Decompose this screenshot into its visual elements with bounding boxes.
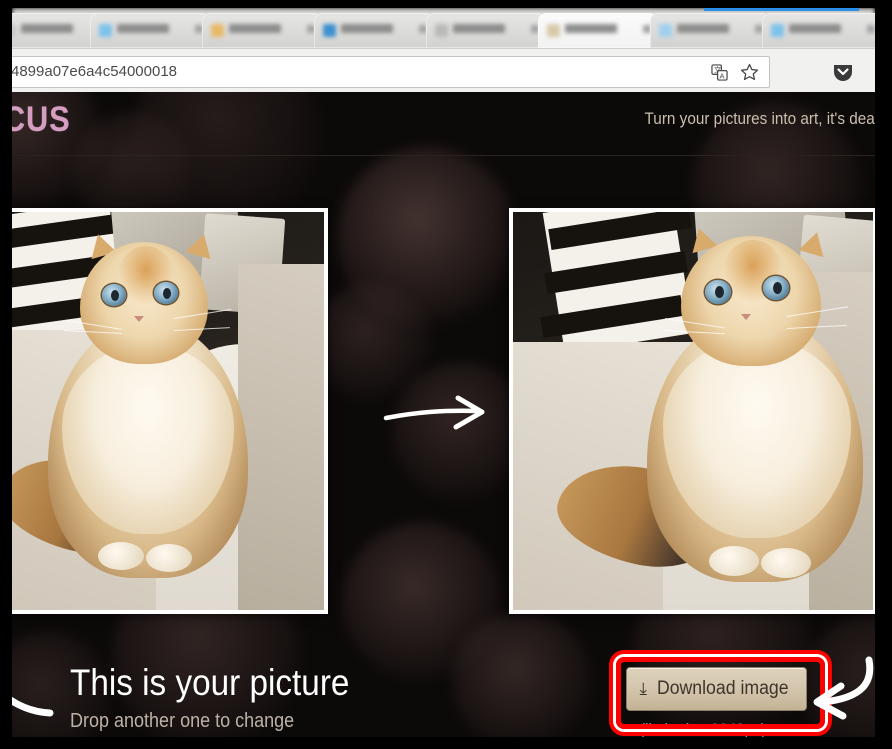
drop-hint-text: Drop another one to change xyxy=(70,710,295,732)
tab-favicon xyxy=(547,24,560,37)
browser-tab[interactable] xyxy=(202,13,322,48)
result-bar: This is your picture Drop another one to… xyxy=(12,652,875,737)
browser-tab[interactable] xyxy=(314,13,434,48)
translate-icon[interactable]: 文 A xyxy=(709,62,729,82)
site-logo[interactable]: OCUS xyxy=(12,100,71,140)
page-title: This is your picture xyxy=(70,662,350,703)
download-arrow-icon: ⤓ xyxy=(639,679,647,698)
omnibox-icon-group: 文 A xyxy=(709,62,759,82)
tab-favicon xyxy=(771,24,784,37)
url-text: 4899a07e6a4c54000018 xyxy=(12,63,178,80)
pocket-icon[interactable] xyxy=(832,61,854,83)
tab-favicon xyxy=(435,24,448,37)
omnibox-row: 4899a07e6a4c54000018 文 A xyxy=(12,48,875,92)
download-image-button[interactable]: ⤓ Download image xyxy=(626,667,807,711)
tab-favicon xyxy=(99,24,112,37)
tab-title xyxy=(565,24,617,33)
tab-favicon xyxy=(211,24,224,37)
address-bar[interactable]: 4899a07e6a4c54000018 文 A xyxy=(12,56,770,88)
tab-title xyxy=(21,24,73,33)
tab-title xyxy=(453,24,505,33)
processed-image-frame[interactable] xyxy=(509,208,875,614)
web-page-content: OCUS Turn your pictures into art, it's d… xyxy=(12,92,875,737)
image-comparison xyxy=(12,155,875,655)
tab-title xyxy=(789,24,841,33)
tab-favicon xyxy=(659,24,672,37)
annotation-arrow-right xyxy=(807,654,875,732)
annotation-arrow-left xyxy=(12,688,56,718)
tab-title xyxy=(677,24,729,33)
browser-tab-active[interactable] xyxy=(538,13,658,48)
download-limit-text: (limited to 2048px) xyxy=(640,720,766,737)
screenshot-root: 4899a07e6a4c54000018 文 A US Turn your pi… xyxy=(0,0,892,749)
tab-title xyxy=(341,24,393,33)
site-tagline: Turn your pictures into art, it's dead xyxy=(644,109,875,128)
browser-tab[interactable] xyxy=(650,13,770,48)
tab-title xyxy=(117,24,169,33)
tab-favicon xyxy=(12,24,16,37)
tab-title xyxy=(229,24,281,33)
site-header: OCUS Turn your pictures into art, it's d… xyxy=(12,92,875,156)
active-tab-indicator xyxy=(704,8,859,11)
browser-chrome: 4899a07e6a4c54000018 文 A xyxy=(12,8,875,92)
bookmark-star-icon[interactable] xyxy=(739,62,759,82)
processed-image xyxy=(513,212,873,610)
browser-tab[interactable] xyxy=(90,13,210,48)
browser-tab[interactable] xyxy=(762,13,875,48)
original-image-frame[interactable] xyxy=(12,208,328,614)
tab-favicon xyxy=(323,24,336,37)
download-button-label: Download image xyxy=(656,678,789,699)
browser-tab[interactable] xyxy=(426,13,546,48)
tab-close-icon[interactable] xyxy=(867,25,875,33)
transform-arrow-icon xyxy=(382,395,492,435)
original-image xyxy=(12,212,324,610)
